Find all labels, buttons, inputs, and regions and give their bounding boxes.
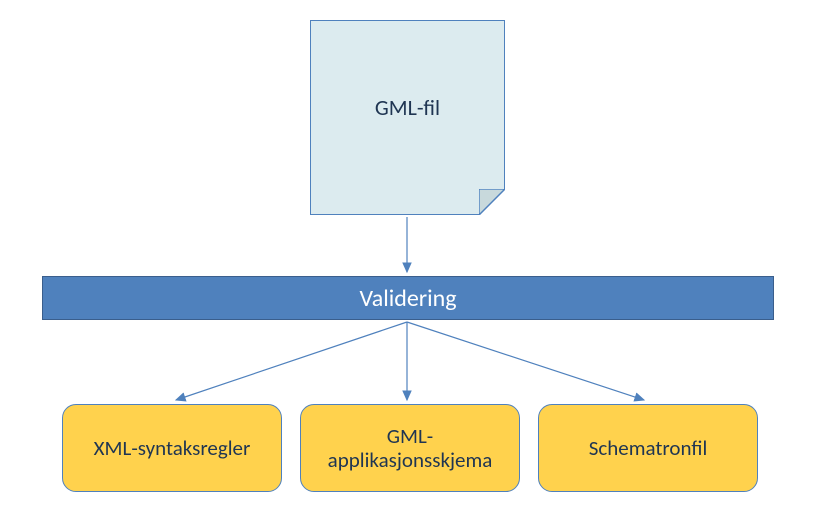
node-gml-appschema: GML-applikasjonsskjema — [300, 404, 520, 492]
node-xml-syntax: XML-syntaksregler — [62, 404, 282, 492]
edge-validering-to-xmlsyntax — [176, 322, 407, 400]
node-gml-appschema-label: GML-applikasjonsskjema — [309, 424, 511, 472]
node-schematron-label: Schematronfil — [589, 436, 708, 460]
node-xml-syntax-label: XML-syntaksregler — [94, 436, 251, 460]
node-schematron: Schematronfil — [538, 404, 758, 492]
node-gml-file: GML-fil — [310, 20, 505, 215]
node-gml-file-label: GML-fil — [375, 94, 440, 121]
edge-validering-to-schematron — [407, 322, 644, 400]
page-fold-icon — [480, 190, 504, 214]
diagram-canvas: GML-fil Validering XML-syntaksregler GML… — [0, 0, 814, 526]
node-validering-label: Validering — [359, 284, 456, 313]
node-validering: Validering — [42, 276, 774, 320]
